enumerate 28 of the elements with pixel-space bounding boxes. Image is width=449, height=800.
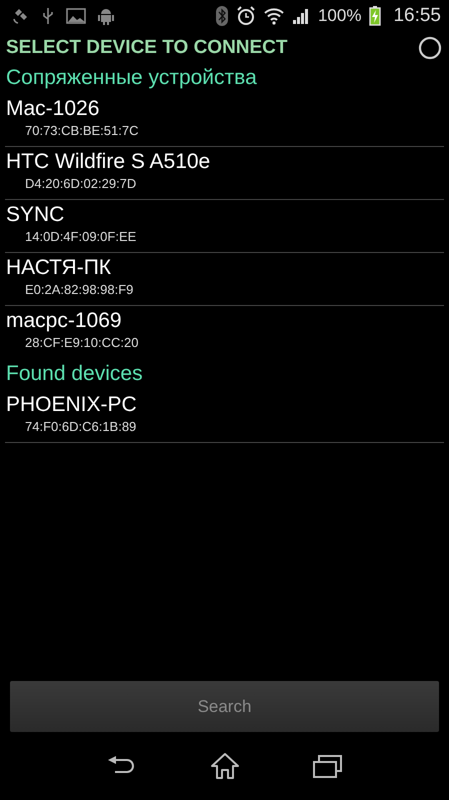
usb-icon <box>42 7 54 25</box>
device-name[interactable]: PHOENIX-PC <box>6 392 137 418</box>
battery-percent: 100% <box>318 6 362 26</box>
alarm-clock-icon <box>236 6 256 26</box>
image-icon <box>66 7 86 25</box>
device-name[interactable]: SYNC <box>6 202 64 228</box>
section-header: Found devices <box>5 361 144 387</box>
device-name[interactable]: Mac-1026 <box>6 96 100 122</box>
device-address: E0:2A:82:98:98:F9 <box>24 281 134 299</box>
device-address: 74:F0:6D:C6:1B:89 <box>24 418 136 436</box>
bluetooth-icon <box>216 6 228 26</box>
device-name[interactable]: HTC Wildfire S A510e <box>6 149 210 175</box>
device-name[interactable]: НАСТЯ-ПК <box>6 255 112 281</box>
section-header: Сопряженные устройства <box>5 65 258 91</box>
satellite-icon <box>12 7 30 25</box>
wifi-icon <box>264 7 284 25</box>
device-address: D4:20:6D:02:29:7D <box>24 175 136 193</box>
device-name[interactable]: macpc-1069 <box>6 308 122 334</box>
device-address: 28:CF:E9:10:CC:20 <box>24 334 138 352</box>
recent-apps-icon[interactable] <box>312 754 342 778</box>
signal-icon <box>292 7 310 25</box>
android-icon <box>98 7 114 25</box>
dialog-title: SELECT DEVICE TO CONNECT <box>6 37 288 59</box>
device-address: 14:0D:4F:09:0F:EE <box>24 228 136 246</box>
battery-charging-icon <box>369 6 382 26</box>
home-icon[interactable] <box>210 752 240 780</box>
clock-time: 16:55 <box>393 5 441 27</box>
device-address: 70:73:CB:BE:51:7C <box>24 122 138 140</box>
